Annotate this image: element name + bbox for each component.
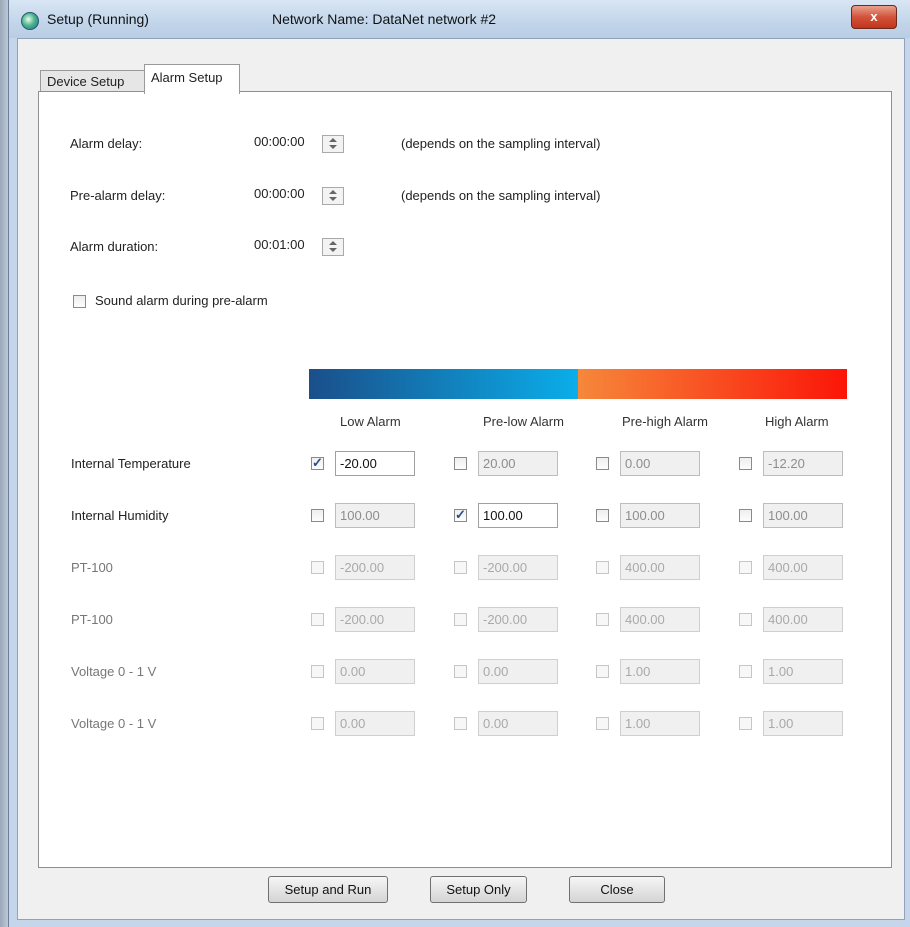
sound-alarm-label: Sound alarm during pre-alarm (95, 293, 268, 308)
alarm-threshold-field[interactable]: -200.00 (478, 555, 558, 580)
high-alarm-gradient (578, 369, 847, 399)
alarm-threshold-field[interactable]: 400.00 (620, 555, 700, 580)
setup-and-run-button[interactable]: Setup and Run (268, 876, 388, 903)
alarm-enable-checkbox[interactable] (454, 613, 467, 626)
desktop-edge (0, 0, 8, 927)
alarm-enable-checkbox[interactable] (311, 613, 324, 626)
sensor-row-label: PT-100 (71, 612, 113, 627)
window-close-button[interactable]: x (851, 5, 897, 29)
tab-alarm-setup[interactable]: Alarm Setup (144, 64, 240, 94)
alarm-enable-checkbox[interactable] (311, 717, 324, 730)
alarm-duration-spinner[interactable]: 00:01:00 (254, 236, 344, 256)
alarm-threshold-field[interactable]: 1.00 (620, 659, 700, 684)
alarm-enable-checkbox[interactable] (739, 717, 752, 730)
alarm-enable-checkbox[interactable] (739, 457, 752, 470)
tab-device-setup[interactable]: Device Setup (40, 70, 149, 93)
alarm-enable-checkbox[interactable] (596, 509, 609, 522)
alarm-threshold-field[interactable]: 1.00 (763, 711, 843, 736)
alarm-threshold-field[interactable]: 0.00 (335, 711, 415, 736)
alarm-threshold-field[interactable]: 1.00 (763, 659, 843, 684)
alarm-delay-value[interactable]: 00:00:00 (254, 134, 305, 149)
alarm-threshold-field[interactable]: 400.00 (620, 607, 700, 632)
alarm-threshold-field[interactable]: -200.00 (335, 607, 415, 632)
alarm-enable-checkbox[interactable] (454, 561, 467, 574)
alarm-delay-label: Alarm delay: (70, 136, 143, 151)
alarm-threshold-field[interactable]: -200.00 (478, 607, 558, 632)
alarm-threshold-field[interactable]: 0.00 (478, 711, 558, 736)
app-icon (21, 12, 39, 30)
column-header-high-alarm: High Alarm (765, 414, 829, 429)
window-title: Setup (Running) (47, 11, 149, 27)
alarm-threshold-field[interactable]: -12.20 (763, 451, 843, 476)
close-button[interactable]: Close (569, 876, 665, 903)
network-name-label: Network Name: DataNet network #2 (272, 11, 497, 27)
pre-alarm-delay-label: Pre-alarm delay: (70, 188, 166, 203)
alarm-enable-checkbox[interactable] (596, 457, 609, 470)
alarm-enable-checkbox[interactable] (739, 613, 752, 626)
alarm-enable-checkbox[interactable] (311, 561, 324, 574)
alarm-enable-checkbox[interactable] (454, 507, 467, 523)
alarm-enable-checkbox[interactable] (454, 457, 467, 470)
alarm-enable-checkbox[interactable] (454, 717, 467, 730)
low-alarm-gradient (309, 369, 578, 399)
alarm-enable-checkbox[interactable] (739, 665, 752, 678)
spinner-arrows-icon[interactable] (322, 187, 344, 205)
alarm-delay-spinner[interactable]: 00:00:00 (254, 133, 344, 153)
alarm-enable-checkbox[interactable] (739, 561, 752, 574)
sensor-row-label: Voltage 0 - 1 V (71, 664, 157, 679)
alarm-threshold-field[interactable]: -200.00 (335, 555, 415, 580)
alarm-threshold-field[interactable]: 1.00 (620, 711, 700, 736)
spinner-arrows-icon[interactable] (322, 135, 344, 153)
alarm-enable-checkbox[interactable] (454, 665, 467, 678)
alarm-enable-checkbox[interactable] (739, 509, 752, 522)
alarm-enable-checkbox[interactable] (311, 665, 324, 678)
alarm-threshold-field[interactable]: 400.00 (763, 555, 843, 580)
close-icon: x (870, 9, 878, 24)
alarm-enable-checkbox[interactable] (596, 561, 609, 574)
column-header-pre-high-alarm: Pre-high Alarm (622, 414, 708, 429)
sensor-row-label: Internal Humidity (71, 508, 169, 523)
alarm-enable-checkbox[interactable] (596, 717, 609, 730)
alarm-level-gradient-bar (309, 369, 847, 399)
alarm-threshold-field[interactable]: 100.00 (763, 503, 843, 528)
alarm-enable-checkbox[interactable] (596, 613, 609, 626)
sensor-row-label: PT-100 (71, 560, 113, 575)
alarm-setup-panel (38, 91, 892, 868)
sensor-row-label: Internal Temperature (71, 456, 191, 471)
alarm-enable-checkbox[interactable] (311, 509, 324, 522)
alarm-threshold-field[interactable]: 0.00 (335, 659, 415, 684)
alarm-threshold-field[interactable]: 400.00 (763, 607, 843, 632)
alarm-enable-checkbox[interactable] (311, 455, 324, 471)
alarm-threshold-field[interactable]: 0.00 (620, 451, 700, 476)
alarm-threshold-field[interactable]: 100.00 (620, 503, 700, 528)
spinner-arrows-icon[interactable] (322, 238, 344, 256)
pre-alarm-delay-note: (depends on the sampling interval) (401, 188, 601, 203)
column-header-pre-low-alarm: Pre-low Alarm (483, 414, 564, 429)
setup-only-button[interactable]: Setup Only (430, 876, 527, 903)
alarm-threshold-field[interactable]: -20.00 (335, 451, 415, 476)
alarm-duration-label: Alarm duration: (70, 239, 159, 254)
alarm-threshold-field[interactable]: 100.00 (478, 503, 558, 528)
sound-alarm-checkbox[interactable] (73, 295, 86, 308)
alarm-threshold-field[interactable]: 20.00 (478, 451, 558, 476)
alarm-threshold-field[interactable]: 0.00 (478, 659, 558, 684)
alarm-delay-note: (depends on the sampling interval) (401, 136, 601, 151)
pre-alarm-delay-value[interactable]: 00:00:00 (254, 186, 305, 201)
alarm-threshold-field[interactable]: 100.00 (335, 503, 415, 528)
title-bar[interactable]: Setup (Running) Network Name: DataNet ne… (9, 0, 910, 38)
column-header-low-alarm: Low Alarm (340, 414, 401, 429)
alarm-enable-checkbox[interactable] (596, 665, 609, 678)
sensor-row-label: Voltage 0 - 1 V (71, 716, 157, 731)
alarm-duration-value[interactable]: 00:01:00 (254, 237, 305, 252)
pre-alarm-delay-spinner[interactable]: 00:00:00 (254, 185, 344, 205)
